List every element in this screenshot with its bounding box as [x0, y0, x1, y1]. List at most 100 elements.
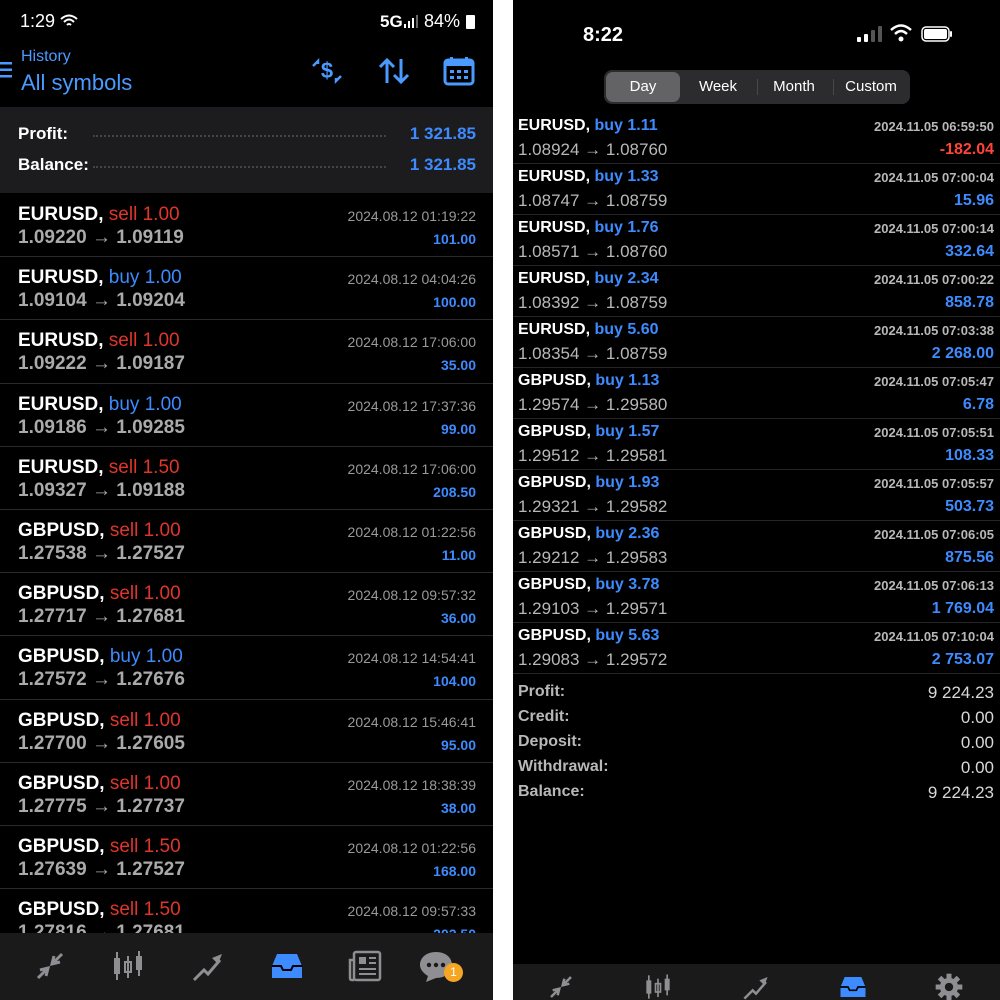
trade-profit: 35.00 [440, 357, 476, 374]
chart-icon[interactable] [643, 972, 673, 1000]
trade-row[interactable]: GBPUSD, sell 1.00 1.27700 → 1.27605 2024.0… [0, 700, 493, 763]
trade-row[interactable]: GBPUSD, buy 1.00 1.27572 → 1.27676 2024.08… [0, 636, 493, 700]
trade-symbol-line: GBPUSD, buy 1.13 [518, 372, 659, 390]
summary-value: 1 321.85 [409, 155, 476, 174]
history-icon[interactable] [269, 948, 305, 984]
trade-row[interactable]: GBPUSD, buy 1.93 1.29321 → 1.29582 2024.11… [513, 470, 1000, 521]
trade-side: sell [108, 456, 138, 478]
trade-symbol-line: EURUSD, buy 1.76 [518, 219, 659, 237]
network-type: 5G [380, 12, 403, 31]
trade-prices: 1.27538 → 1.27527 [18, 542, 185, 564]
trade-symbol-line: GBPUSD, buy 5.63 [518, 627, 659, 645]
trade-volume: 1.00 [142, 204, 180, 225]
trade-symbol-line: GBPUSD, buy 1.00 [18, 646, 183, 668]
summary-value: 9 224.23 [927, 783, 994, 802]
segment-month[interactable]: Month [757, 72, 831, 102]
trade-volume: 1.00 [144, 267, 182, 289]
trade-date: 2024.08.12 01:19:22 [347, 208, 476, 224]
trade-volume: 1.11 [627, 117, 658, 134]
trade-row[interactable]: GBPUSD, buy 1.13 1.29574 → 1.29580 2024.11… [513, 368, 1000, 419]
trade-symbol-line: EURUSD, buy 1.11 [518, 117, 658, 135]
summary-label: Withdrawal: [518, 758, 609, 775]
trade-icon[interactable] [741, 972, 771, 1000]
trade-profit: 168.00 [433, 862, 476, 879]
trade-symbol: EURUSD, [518, 117, 591, 134]
trade-symbol-line: GBPUSD, sell 1.50 [18, 899, 181, 921]
dotted-leader [93, 166, 386, 168]
trade-row[interactable]: GBPUSD, buy 1.57 1.29512 → 1.29581 2024.11… [513, 419, 1000, 470]
trade-symbol: GBPUSD, [18, 772, 105, 794]
currency-filter-icon[interactable]: $ [310, 56, 344, 86]
trade-prices: 1.08924 → 1.08760 [518, 140, 668, 159]
trade-symbol-line: EURUSD, buy 1.00 [18, 394, 182, 416]
trade-row[interactable]: GBPUSD, buy 3.78 1.29103 → 1.29571 2024.11… [513, 572, 1000, 623]
trade-row[interactable]: EURUSD, buy 1.76 1.08571 → 1.08760 2024.11… [513, 215, 1000, 266]
trade-prices: 1.27717 → 1.27681 [18, 606, 185, 628]
trade-row[interactable]: GBPUSD, sell 1.50 1.27639 → 1.27527 2024.0… [0, 826, 493, 890]
summary-row-balance: Balance: 9 224.23 [513, 781, 1000, 806]
summary-label: Deposit: [518, 733, 582, 750]
trade-symbol-line: GBPUSD, buy 2.36 [518, 525, 659, 543]
trade-row[interactable]: GBPUSD, sell 1.00 1.27538 → 1.27527 2024.0… [0, 510, 493, 574]
trade-symbol: GBPUSD, [18, 835, 105, 857]
trade-side: buy [108, 393, 140, 415]
trade-volume: 1.76 [627, 219, 659, 236]
trade-row[interactable]: EURUSD, buy 2.34 1.08392 → 1.08759 2024.11… [513, 266, 1000, 317]
battery-icon [466, 15, 475, 29]
trade-date: 2024.11.05 07:05:57 [874, 476, 994, 491]
summary-panel: Profit: 1 321.85 Balance: 1 321.85 [0, 107, 493, 193]
segment-custom[interactable]: Custom [834, 72, 908, 102]
segment-day[interactable]: Day [606, 72, 680, 102]
trade-side: buy [594, 168, 623, 185]
trade-date: 2024.08.12 04:04:26 [347, 271, 476, 288]
trade-row[interactable]: EURUSD, buy 1.00 1.09104 → 1.09204 2024.08… [0, 257, 493, 321]
trade-row[interactable]: GBPUSD, buy 2.36 1.29212 → 1.29583 2024.11… [513, 521, 1000, 572]
trade-date: 2024.11.05 07:00:22 [874, 272, 994, 287]
tab-bar [0, 933, 493, 1000]
history-icon[interactable] [838, 972, 868, 1000]
trade-side: buy [594, 219, 623, 236]
trade-quotes-icon[interactable] [546, 972, 576, 1000]
trade-row[interactable]: EURUSD, buy 1.11 1.08924 → 1.08760 2024.11… [513, 113, 1000, 164]
segment-week[interactable]: Week [681, 72, 755, 102]
trade-row[interactable]: EURUSD, buy 5.60 1.08354 → 1.08759 2024.11… [513, 317, 1000, 368]
calendar-icon[interactable] [442, 56, 476, 86]
trade-row[interactable]: EURUSD, sell 1.00 1.09222 → 1.09187 2024.0… [0, 320, 493, 384]
trade-row[interactable]: EURUSD, sell 1.00 1.09220 → 1.09119 2024.0… [0, 194, 493, 258]
trade-volume: 1.00 [143, 709, 181, 731]
trade-row[interactable]: EURUSD, sell 1.50 1.09327 → 1.09188 2024.0… [0, 447, 493, 510]
trade-icon[interactable] [190, 948, 226, 984]
sort-icon[interactable] [377, 56, 411, 86]
left-phone-screen: 1:29 5G 84% History All symbols $ Profit… [0, 0, 493, 1000]
trade-profit: 11.00 [441, 546, 476, 563]
trade-prices: 1.09222 → 1.09187 [18, 353, 185, 375]
page-title[interactable]: All symbols [21, 70, 132, 96]
trade-symbol-line: GBPUSD, sell 1.00 [18, 710, 181, 732]
trade-quotes-icon[interactable] [32, 948, 68, 984]
trade-row[interactable]: EURUSD, buy 1.00 1.09186 → 1.09285 2024.08… [0, 384, 493, 447]
trade-symbol: GBPUSD, [518, 627, 591, 644]
trade-prices: 1.08392 → 1.08759 [518, 293, 668, 312]
trade-volume: 1.00 [145, 646, 183, 668]
trade-date: 2024.11.05 07:06:13 [874, 578, 994, 593]
notification-badge: 1 [444, 963, 463, 982]
settings-icon[interactable] [934, 972, 964, 1000]
trade-date: 2024.11.05 07:00:14 [874, 221, 994, 236]
trade-symbol-line: GBPUSD, sell 1.00 [18, 773, 181, 795]
trade-row[interactable]: GBPUSD, buy 5.63 1.29083 → 1.29572 2024.11… [513, 623, 1000, 674]
trade-row[interactable]: GBPUSD, sell 1.00 1.27775 → 1.27737 2024.0… [0, 763, 493, 826]
trade-profit: -182.04 [939, 141, 994, 158]
trade-volume: 5.60 [627, 321, 659, 338]
menu-icon[interactable] [0, 60, 12, 80]
trade-profit: 101.00 [433, 231, 476, 247]
trade-side: buy [108, 267, 140, 289]
news-icon[interactable] [348, 948, 384, 984]
trade-row[interactable]: GBPUSD, sell 1.00 1.27717 → 1.27681 2024.0… [0, 573, 493, 637]
summary-label: Profit: [518, 683, 566, 700]
trade-row[interactable]: EURUSD, buy 1.33 1.08747 → 1.08759 2024.11… [513, 164, 1000, 215]
trade-side: buy [109, 646, 141, 668]
trade-symbol: GBPUSD, [518, 576, 591, 593]
trade-side: buy [595, 627, 624, 644]
chart-icon[interactable] [110, 948, 146, 984]
trade-side: sell [109, 899, 139, 921]
